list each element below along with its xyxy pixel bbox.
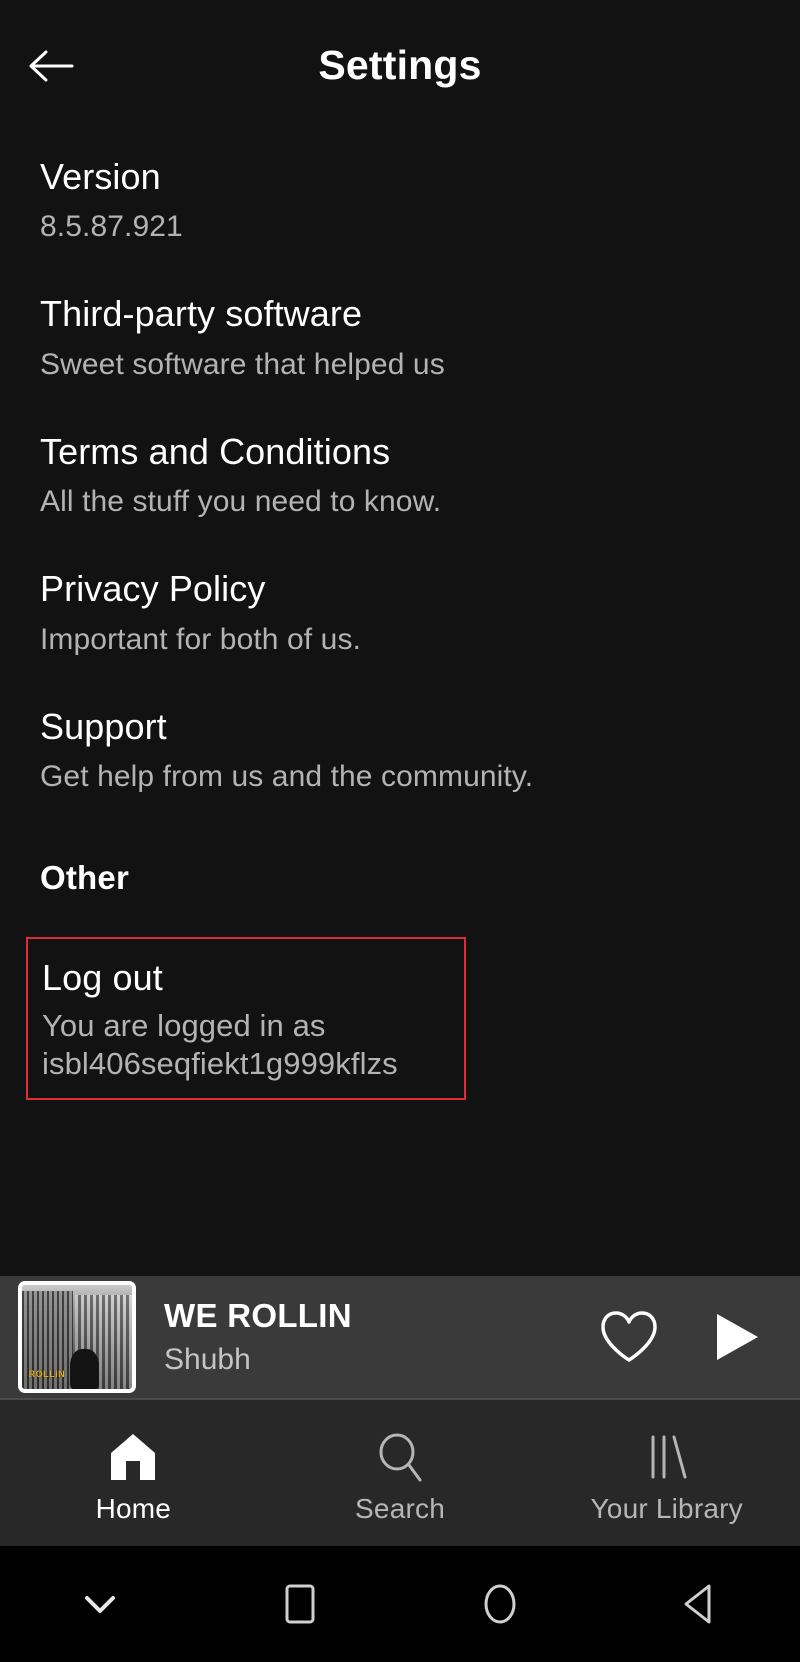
tab-label: Your Library xyxy=(590,1493,743,1524)
setting-subtitle: Sweet software that helped us xyxy=(40,347,445,381)
spotify-settings-screen: Settings Version 8.5.87.921 Third-party … xyxy=(0,0,800,1662)
setting-subtitle: Get help from us and the community. xyxy=(40,760,534,794)
setting-row-support[interactable]: Support Get help from us and the communi… xyxy=(0,706,800,795)
chevron-down-icon xyxy=(85,1596,115,1613)
log-out-title: Log out xyxy=(42,957,163,999)
setting-subtitle: All the stuff you need to know. xyxy=(40,485,442,519)
player-controls xyxy=(598,1309,774,1365)
back-button[interactable] xyxy=(22,38,82,94)
setting-subtitle: 8.5.87.921 xyxy=(40,210,183,244)
setting-subtitle: Important for both of us. xyxy=(40,622,362,656)
circle-home-icon xyxy=(484,1584,516,1624)
tab-home[interactable]: Home xyxy=(0,1400,267,1546)
setting-title: Support xyxy=(40,705,167,747)
track-title: WE ROLLIN xyxy=(164,1298,352,1335)
home-button[interactable] xyxy=(400,1546,600,1662)
setting-title: Third-party software xyxy=(40,293,363,335)
play-button[interactable] xyxy=(708,1309,764,1365)
setting-title: Version xyxy=(40,156,161,197)
tab-your-library[interactable]: Your Library xyxy=(533,1400,800,1546)
log-out-subtitle-line1: You are logged in as xyxy=(42,1007,326,1043)
play-icon xyxy=(717,1314,758,1360)
section-title: Other xyxy=(40,859,130,897)
album-art-image: ROLLIN xyxy=(22,1285,132,1389)
album-art-figure xyxy=(70,1349,99,1389)
back-button-system[interactable] xyxy=(600,1546,800,1662)
app-header: Settings xyxy=(0,0,800,130)
setting-row-terms-and-conditions[interactable]: Terms and Conditions All the stuff you n… xyxy=(0,431,800,520)
album-art-label: ROLLIN xyxy=(28,1368,66,1379)
setting-title: Privacy Policy xyxy=(40,568,266,610)
section-header-other: Other xyxy=(0,859,800,897)
tab-label: Home xyxy=(95,1493,172,1524)
log-out-button[interactable]: Log out You are logged in as isbl406seqf… xyxy=(26,937,466,1101)
library-icon xyxy=(640,1429,694,1483)
setting-row-third-party-software[interactable]: Third-party software Sweet software that… xyxy=(0,293,800,382)
recents-button[interactable] xyxy=(200,1546,400,1662)
square-recents-icon xyxy=(285,1584,315,1624)
track-artist: Shubh xyxy=(164,1342,251,1376)
home-icon xyxy=(106,1429,160,1483)
settings-list: Version 8.5.87.921 Third-party software … xyxy=(0,130,800,1276)
tab-label: Search xyxy=(355,1493,445,1524)
page-title: Settings xyxy=(318,41,482,88)
arrow-left-icon xyxy=(29,50,74,82)
album-art[interactable]: ROLLIN xyxy=(18,1281,136,1393)
bottom-tab-bar: Home Search Your Library xyxy=(0,1398,800,1546)
hide-keyboard-button[interactable] xyxy=(0,1546,200,1662)
track-info[interactable]: WE ROLLIN Shubh xyxy=(164,1298,598,1375)
now-playing-bar[interactable]: ROLLIN WE ROLLIN Shubh xyxy=(0,1276,800,1398)
heart-outline-icon xyxy=(601,1311,657,1362)
tab-search[interactable]: Search xyxy=(267,1400,534,1546)
search-icon xyxy=(373,1429,427,1483)
setting-row-privacy-policy[interactable]: Privacy Policy Important for both of us. xyxy=(0,568,800,657)
setting-row-version[interactable]: Version 8.5.87.921 xyxy=(0,156,800,245)
system-navigation-bar xyxy=(0,1546,800,1662)
log-out-username: isbl406seqfiekt1g999kflzs xyxy=(42,1045,398,1081)
like-button[interactable] xyxy=(598,1309,660,1365)
triangle-back-icon xyxy=(684,1584,711,1624)
setting-title: Terms and Conditions xyxy=(40,430,391,472)
